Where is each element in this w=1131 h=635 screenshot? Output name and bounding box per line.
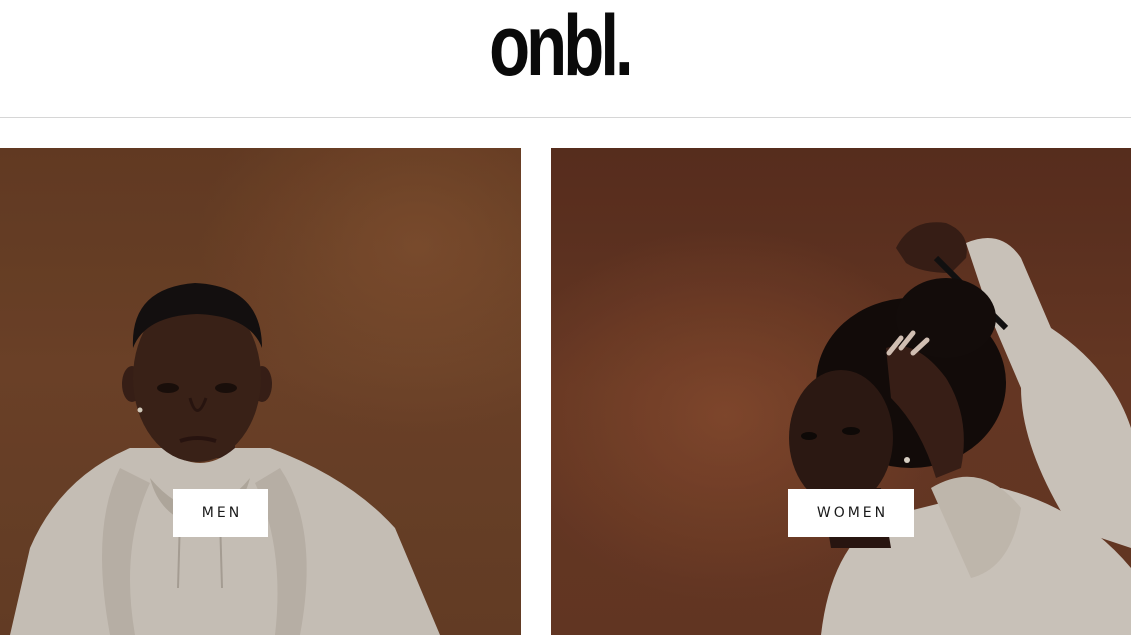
women-photo-overlay bbox=[551, 148, 1131, 635]
shop-men-button[interactable]: MEN bbox=[173, 489, 268, 537]
category-card-men[interactable]: MEN bbox=[0, 148, 521, 635]
site-header: onbl. bbox=[0, 0, 1131, 118]
site-logo[interactable]: onbl. bbox=[118, 3, 1000, 89]
shop-women-button[interactable]: WOMEN bbox=[788, 489, 914, 537]
category-card-women[interactable]: WOMEN bbox=[551, 148, 1131, 635]
men-photo-overlay bbox=[0, 148, 521, 635]
